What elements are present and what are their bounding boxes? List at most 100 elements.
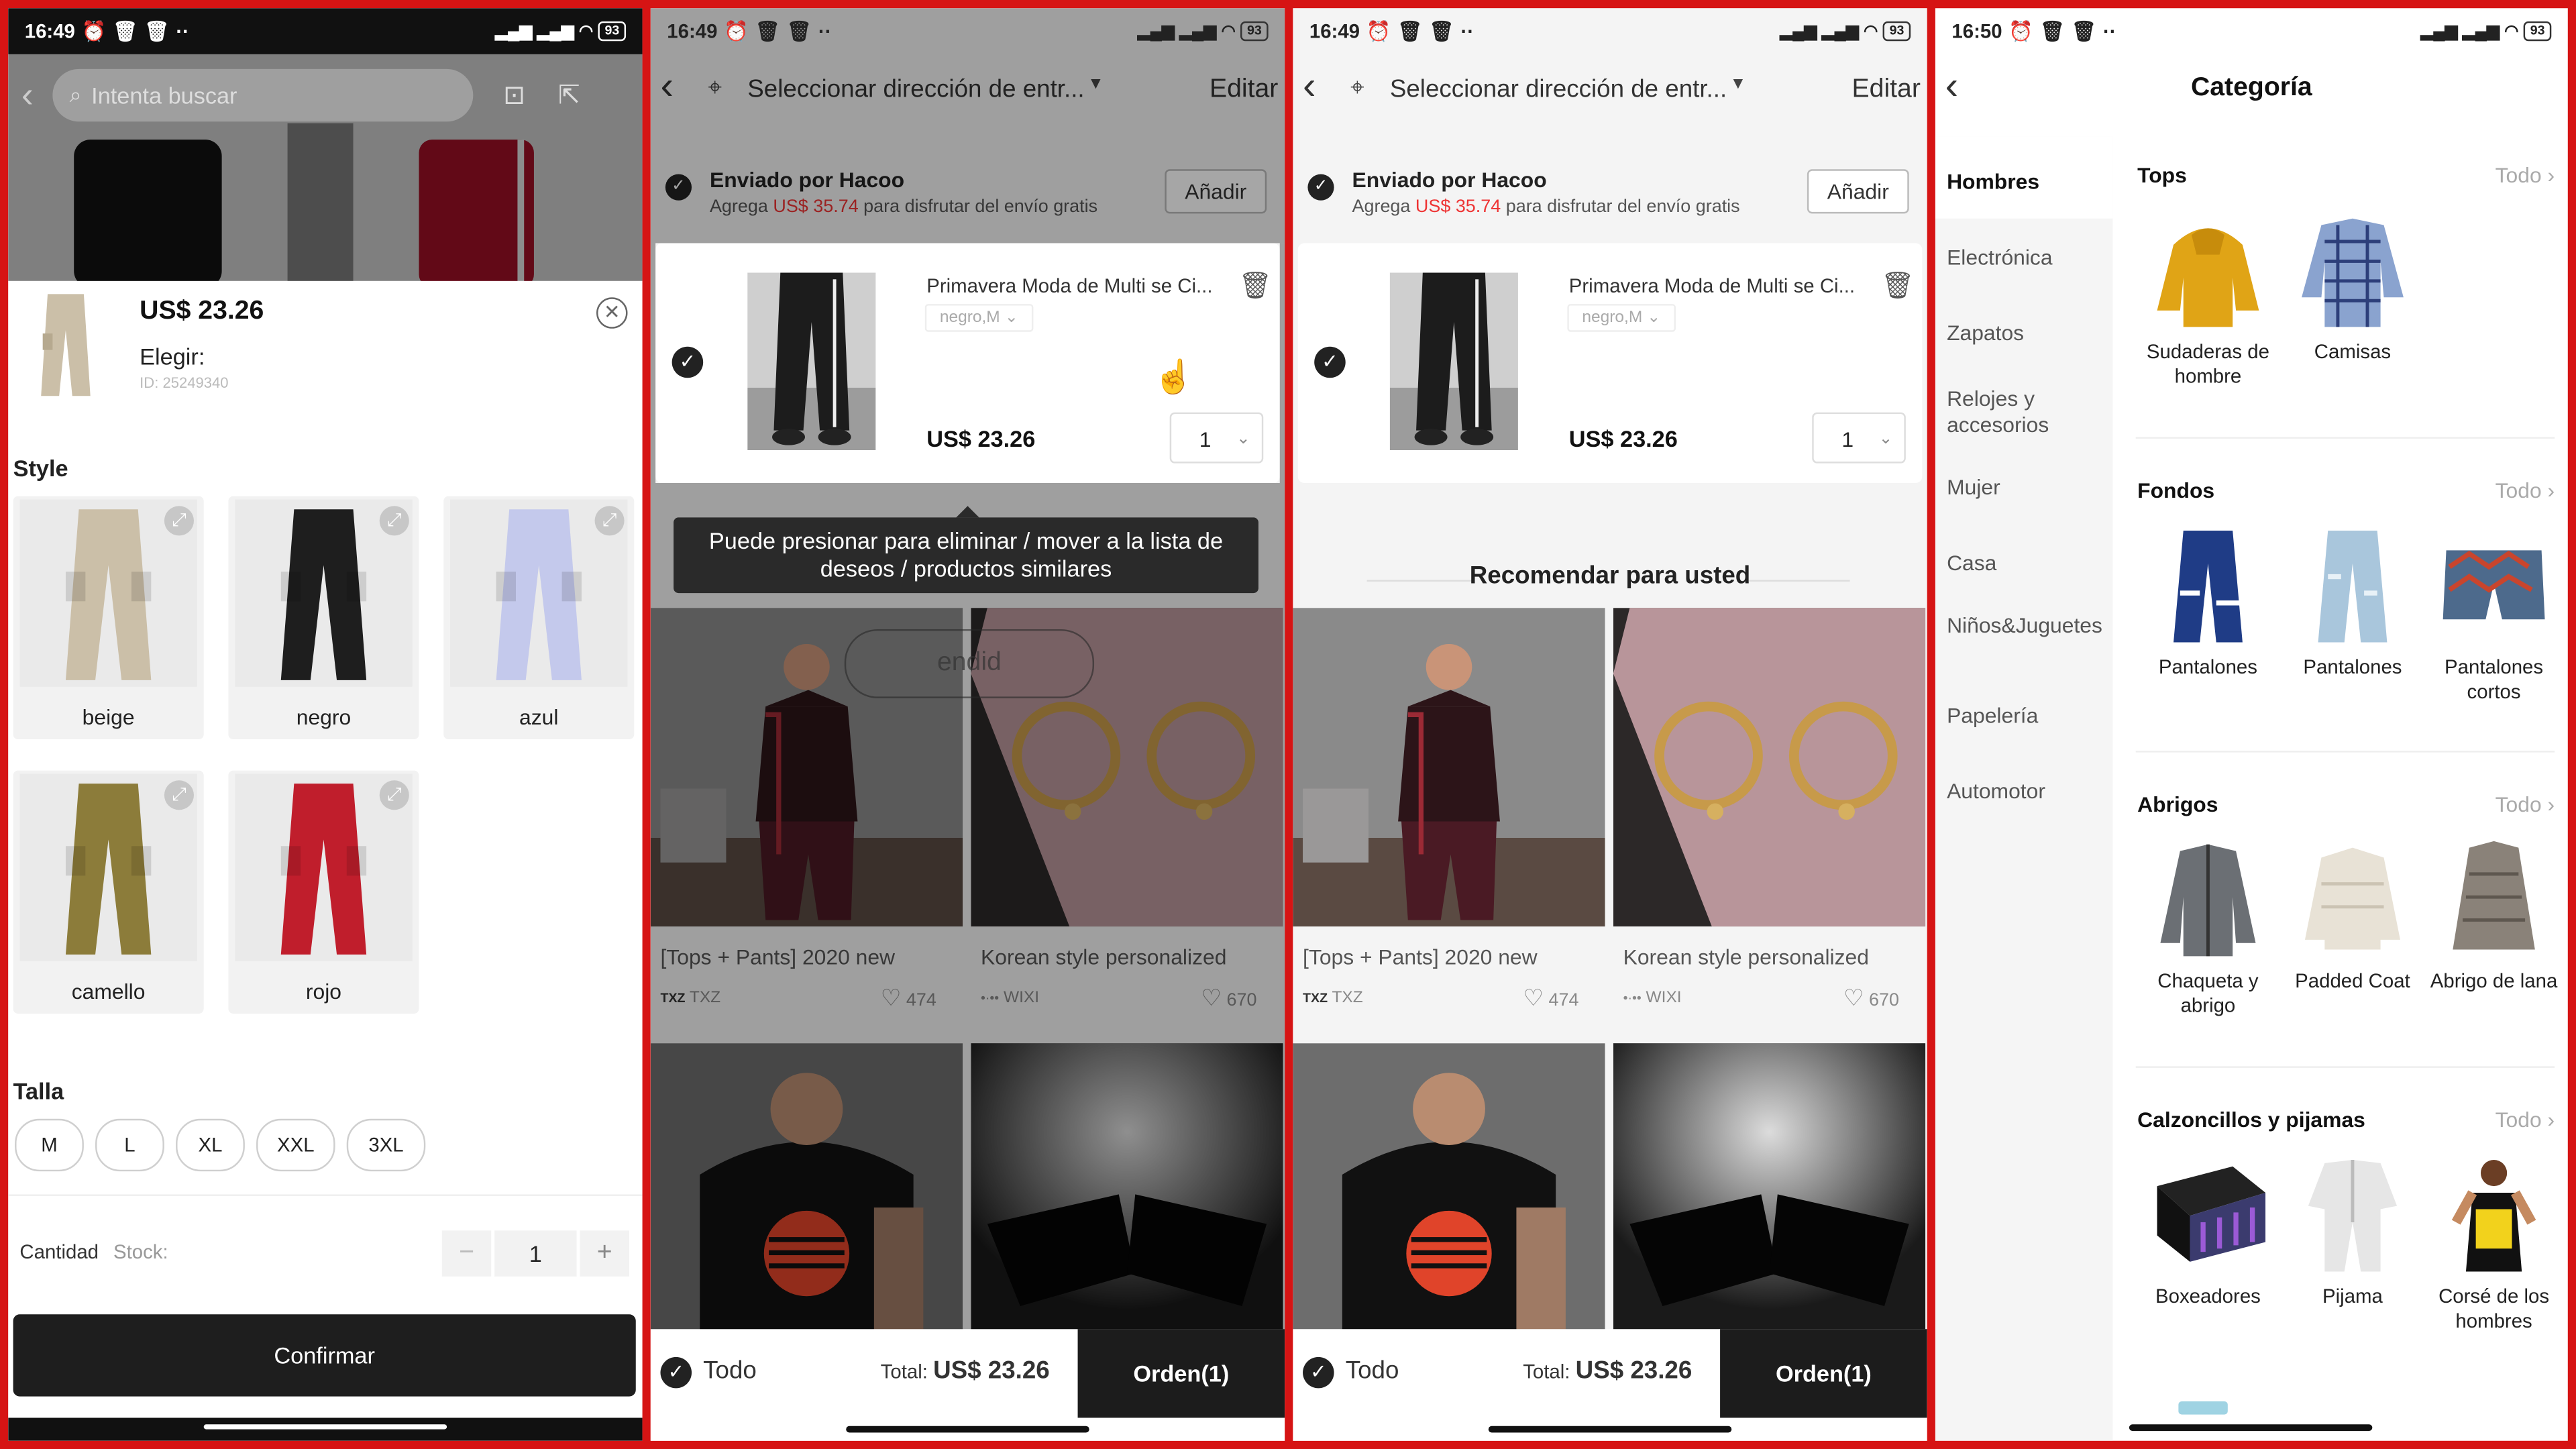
search-input[interactable]: ⌕ Intenta buscar [53,68,474,122]
share-icon[interactable]: ⇱ [558,79,580,112]
like-count[interactable]: ♡ 474 [1523,984,1578,1012]
expand-icon[interactable]: ⤢ [164,780,194,810]
chevron-right-icon: › [2547,792,2555,817]
expand-icon[interactable]: ⤢ [379,506,409,536]
swatch-negro[interactable]: ⤢ negro [228,496,419,740]
recommend-heading: Recomendar para usted [1469,561,1751,590]
expand-icon[interactable]: ⤢ [594,506,625,536]
see-all-link[interactable]: Todo › [2496,792,2555,816]
quantity-value[interactable]: 1 [494,1230,577,1277]
shipping-check-icon[interactable]: ✓ [1307,174,1334,201]
clock: 16:49 [667,19,718,43]
recommended-product-image[interactable] [1613,1043,1926,1339]
select-all-label[interactable]: Todo [1346,1357,1399,1385]
heart-icon: ♡ [1523,983,1544,1011]
close-icon[interactable]: ✕ [596,297,628,329]
recommended-product-image[interactable] [1293,1043,1605,1339]
sidebar-item-4[interactable]: Mujer [1947,475,2104,501]
category-label: Pantalones [2158,655,2257,679]
back-icon[interactable]: ‹ [21,74,34,117]
category-card[interactable]: Pijama [2280,1157,2425,1309]
sidebar-item-6[interactable]: Niños&Juguetes [1947,612,2104,639]
select-all-label[interactable]: Todo [703,1357,757,1385]
swatch-camello[interactable]: ⤢ camello [13,770,204,1014]
battery-indicator: 93 [2523,21,2552,42]
size-option-xxl[interactable]: XXL [256,1118,335,1172]
size-option-3xl[interactable]: 3XL [346,1118,426,1172]
size-option-l[interactable]: L [95,1118,164,1172]
category-card[interactable]: Padded Coat [2280,841,2425,994]
category-image [2436,527,2551,645]
category-card[interactable]: Sudaderas de hombre [2136,212,2281,389]
category-card[interactable]: Pantalones [2136,527,2281,680]
cart-item-image [1389,272,1518,451]
add-button[interactable]: Añadir [1807,169,1909,214]
like-count[interactable]: ♡ 670 [1843,984,1899,1012]
product-title[interactable]: Korean style personalized [1623,945,1869,969]
select-all-check-icon[interactable]: ✓ [660,1356,692,1389]
sidebar-item-1[interactable]: Electrónica [1947,245,2104,271]
delete-icon[interactable]: 🗑 [1239,270,1273,303]
sidebar-item-7[interactable]: Papelería [1947,703,2104,729]
back-icon[interactable]: ‹ [1303,64,1316,111]
home-indicator[interactable] [203,1424,447,1430]
decrease-quantity-button[interactable]: − [441,1230,492,1277]
product-title[interactable]: [Tops + Pants] 2020 new [1303,945,1538,969]
category-card[interactable]: Corsé de los hombres [2422,1157,2567,1334]
status-bar: 16:49 ⏰ 🗑 🗑 ·· ▂▄▆ ▂▄▆ ◠ 93 [8,8,643,54]
delete-icon[interactable]: 🗑 [1881,270,1915,303]
variant-selector[interactable]: negro,M ⌄ [1567,304,1676,332]
confirm-button[interactable]: Confirmar [13,1314,636,1397]
category-card[interactable]: Boxeadores [2136,1157,2281,1309]
see-all-link[interactable]: Todo › [2496,162,2555,187]
swatch-azul[interactable]: ⤢ azul [443,496,635,740]
category-card[interactable]: Pantalones cortos [2422,527,2567,704]
item-check-icon[interactable]: ✓ [1314,346,1346,378]
category-card[interactable]: Camisas [2280,212,2425,365]
quantity-selector[interactable]: 1 ⌄ [1812,412,1906,464]
sidebar-item-3[interactable]: Relojes y accesorios [1947,386,2104,439]
signal-icon: ▂▄▆ [2420,22,2458,41]
bookmark-icon[interactable]: ⊡ [503,79,525,112]
address-selector[interactable]: Seleccionar dirección de entr... [1390,76,1727,104]
expand-icon[interactable]: ⤢ [164,506,194,536]
chevron-down-icon[interactable]: ▼ [1730,76,1746,94]
cart-item-title[interactable]: Primavera Moda de Multi se Ci... [1569,274,1855,297]
recommended-product-image[interactable] [1293,608,1605,927]
edit-button[interactable]: Editar [1852,76,1921,105]
size-option-m[interactable]: M [15,1118,84,1172]
brand-name: TXZ [1332,989,1363,1008]
increase-quantity-button[interactable]: + [580,1230,629,1277]
recommended-product-image[interactable] [1613,608,1926,927]
clock: 16:49 [24,19,75,43]
swatch-rojo[interactable]: ⤢ rojo [228,770,419,1014]
cart-item-title[interactable]: Primavera Moda de Multi se Ci... [926,274,1212,297]
select-all-check-icon[interactable]: ✓ [1303,1356,1334,1389]
battery-indicator: 93 [1882,21,1911,42]
home-indicator[interactable] [2129,1424,2373,1432]
category-label: Corsé de los hombres [2438,1285,2550,1333]
order-button[interactable]: Orden(1) [1077,1329,1285,1418]
category-card[interactable]: Pantalones [2280,527,2425,680]
see-all-link[interactable]: Todo › [2496,478,2555,503]
category-label: Pijama [2322,1285,2383,1308]
variant-selector[interactable]: negro,M ⌄ [924,304,1034,332]
item-check-icon[interactable]: ✓ [672,346,704,378]
swatch-beige[interactable]: ⤢ beige [13,496,204,740]
see-all-link[interactable]: Todo › [2496,1108,2555,1132]
category-label: Pantalones cortos [2445,655,2544,704]
home-indicator[interactable] [846,1426,1089,1433]
category-card[interactable]: Abrigo de lana [2422,841,2567,994]
battery-indicator: 93 [598,21,627,42]
home-indicator[interactable] [1488,1426,1732,1433]
variant-label: negro,M [939,309,1000,327]
sidebar-item-8[interactable]: Automotor [1947,779,2104,805]
expand-icon[interactable]: ⤢ [379,780,409,810]
sidebar-item-2[interactable]: Zapatos [1947,321,2104,347]
order-button[interactable]: Orden(1) [1720,1329,1927,1418]
sidebar-item-0[interactable]: Hombres [1947,169,2104,195]
size-option-xl[interactable]: XL [176,1118,245,1172]
category-card[interactable]: Chaqueta y abrigo [2136,841,2281,1018]
quantity-selector[interactable]: 1 ⌄ [1169,412,1264,464]
sidebar-item-5[interactable]: Casa [1947,550,2104,576]
